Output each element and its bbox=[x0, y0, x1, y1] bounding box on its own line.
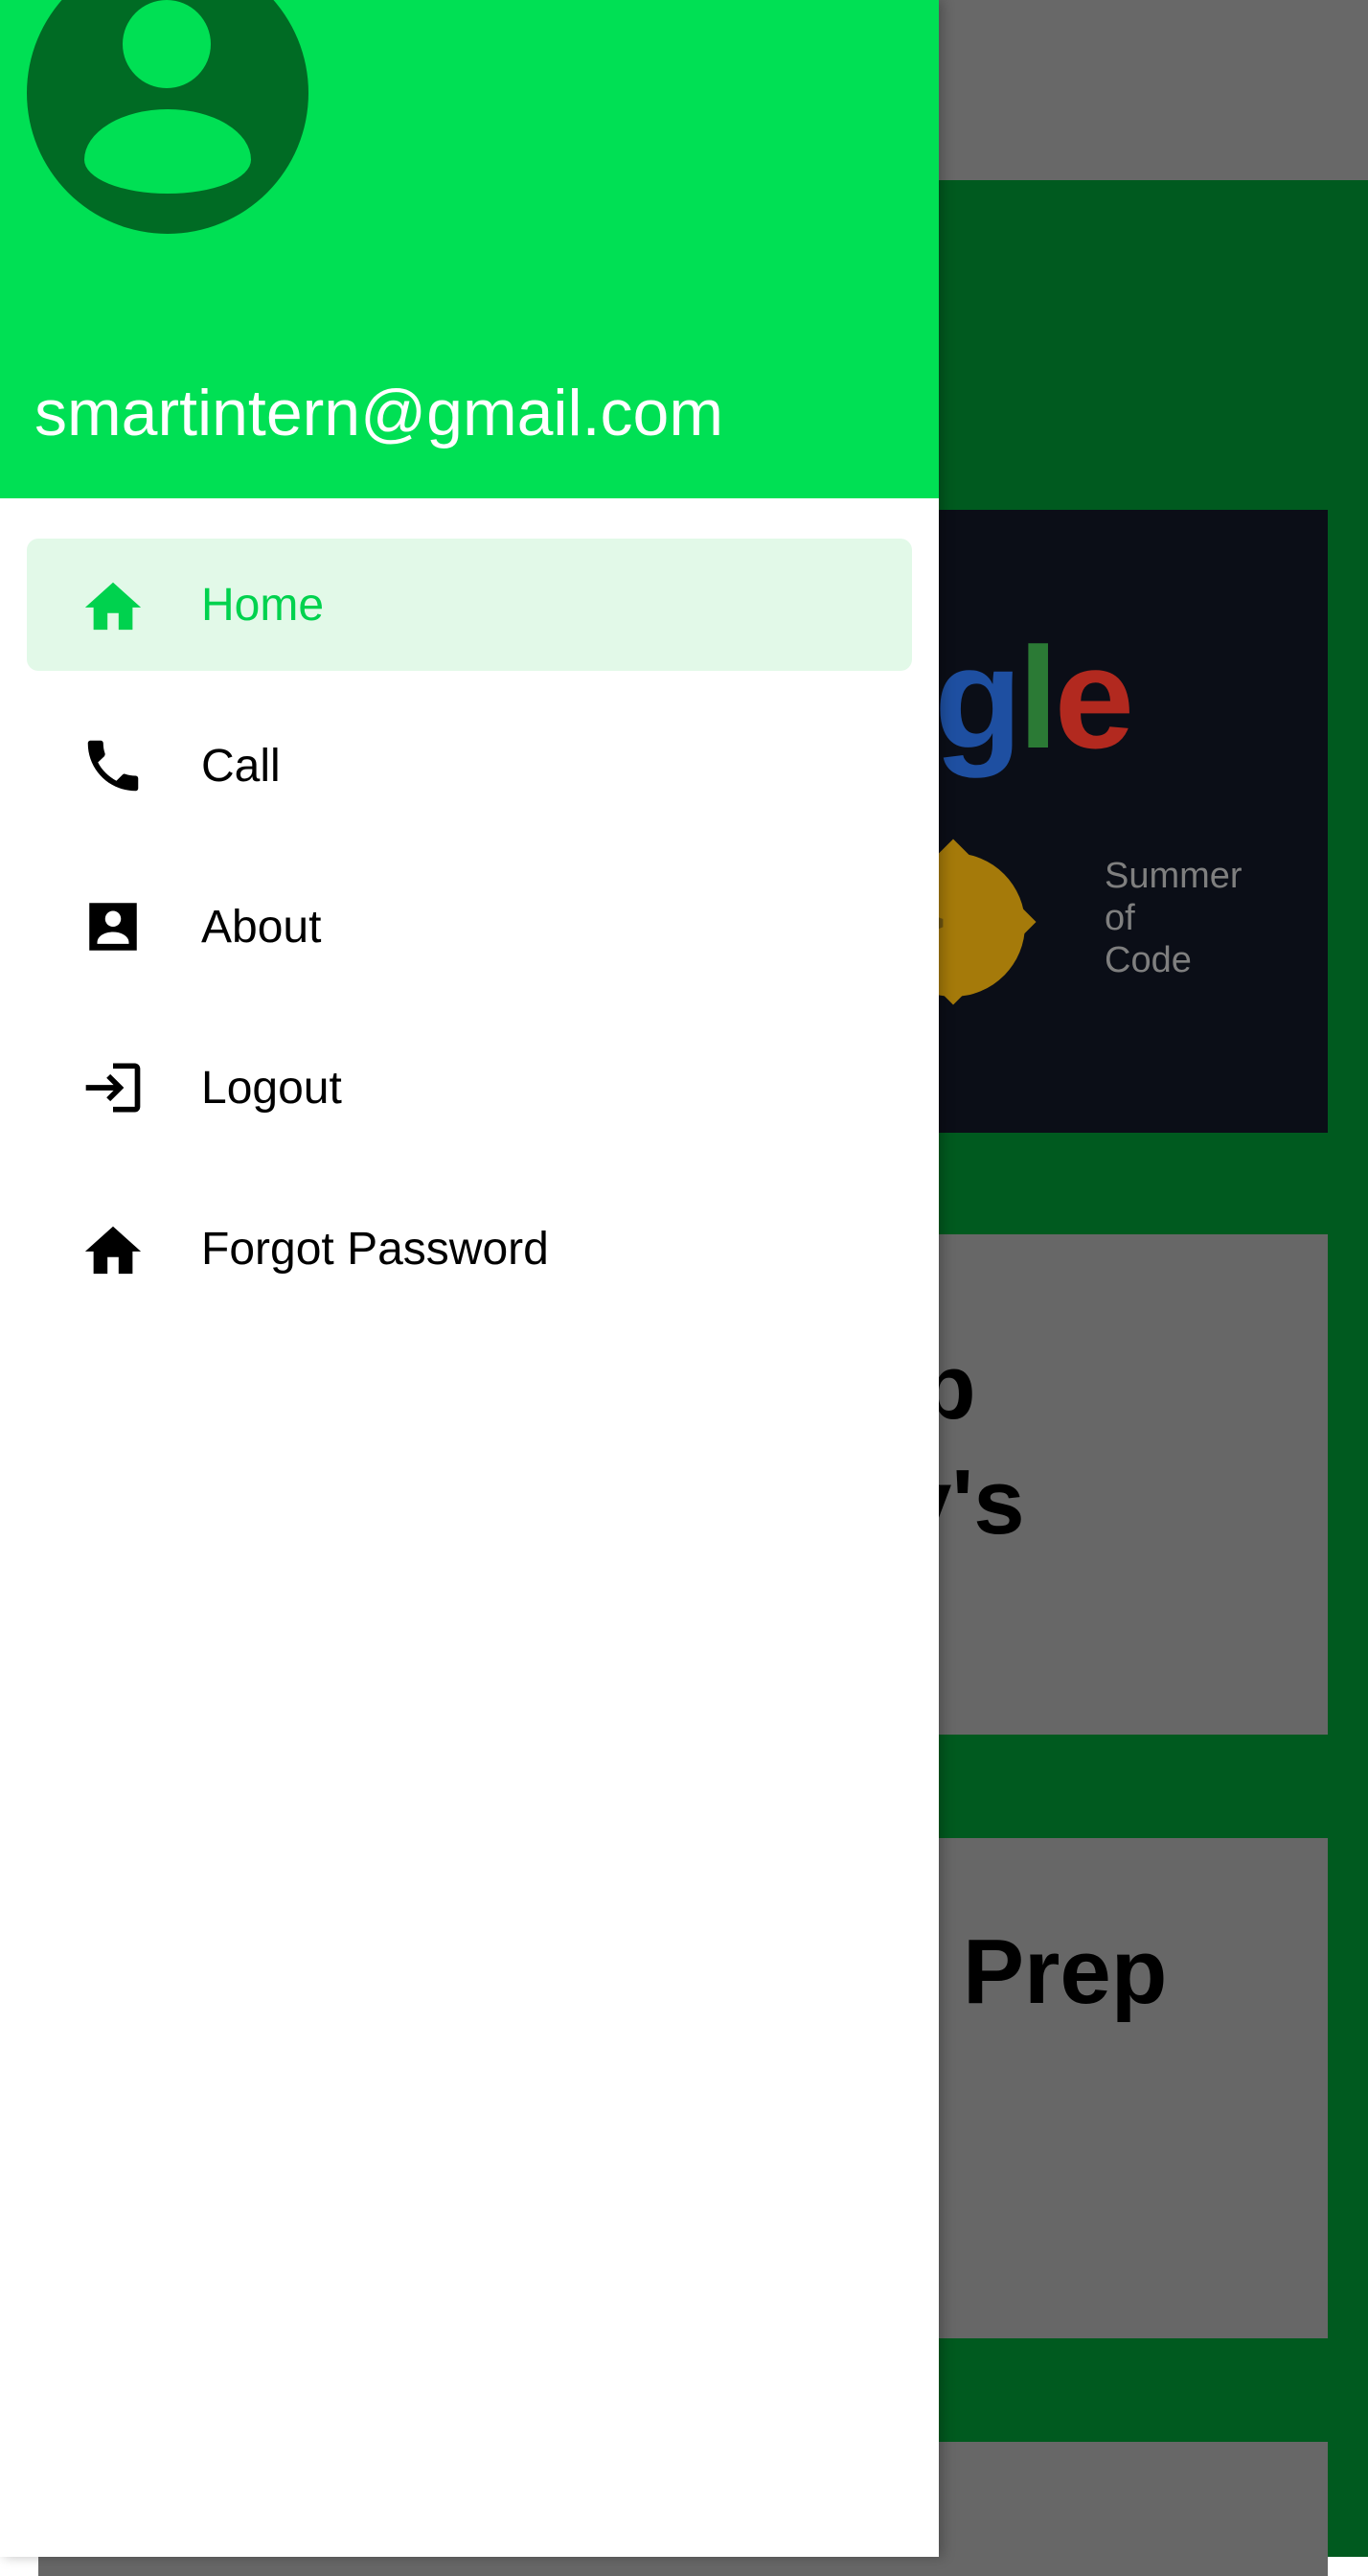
menu-item-call[interactable]: Call bbox=[27, 700, 912, 832]
home-icon bbox=[77, 568, 149, 641]
menu-item-label: About bbox=[201, 901, 322, 953]
menu-item-home[interactable]: Home bbox=[27, 539, 912, 671]
login-arrow-icon bbox=[77, 1051, 149, 1124]
drawer-header: smartintern@gmail.com bbox=[0, 0, 939, 498]
phone-icon bbox=[77, 729, 149, 802]
menu-item-about[interactable]: About bbox=[27, 861, 912, 993]
home-icon bbox=[77, 1212, 149, 1285]
menu-item-label: Forgot Password bbox=[201, 1223, 549, 1275]
menu-item-label: Home bbox=[201, 579, 325, 631]
menu-item-logout[interactable]: Logout bbox=[27, 1022, 912, 1154]
drawer-menu: Home Call About Logout Forgot Password bbox=[27, 539, 912, 1344]
menu-item-label: Logout bbox=[201, 1062, 342, 1114]
menu-item-label: Call bbox=[201, 740, 281, 792]
contact-card-icon bbox=[77, 890, 149, 963]
avatar-icon bbox=[27, 0, 308, 234]
navigation-drawer: smartintern@gmail.com Home Call About Lo… bbox=[0, 0, 939, 2557]
user-email: smartintern@gmail.com bbox=[34, 377, 723, 449]
menu-item-forgot-password[interactable]: Forgot Password bbox=[27, 1183, 912, 1315]
